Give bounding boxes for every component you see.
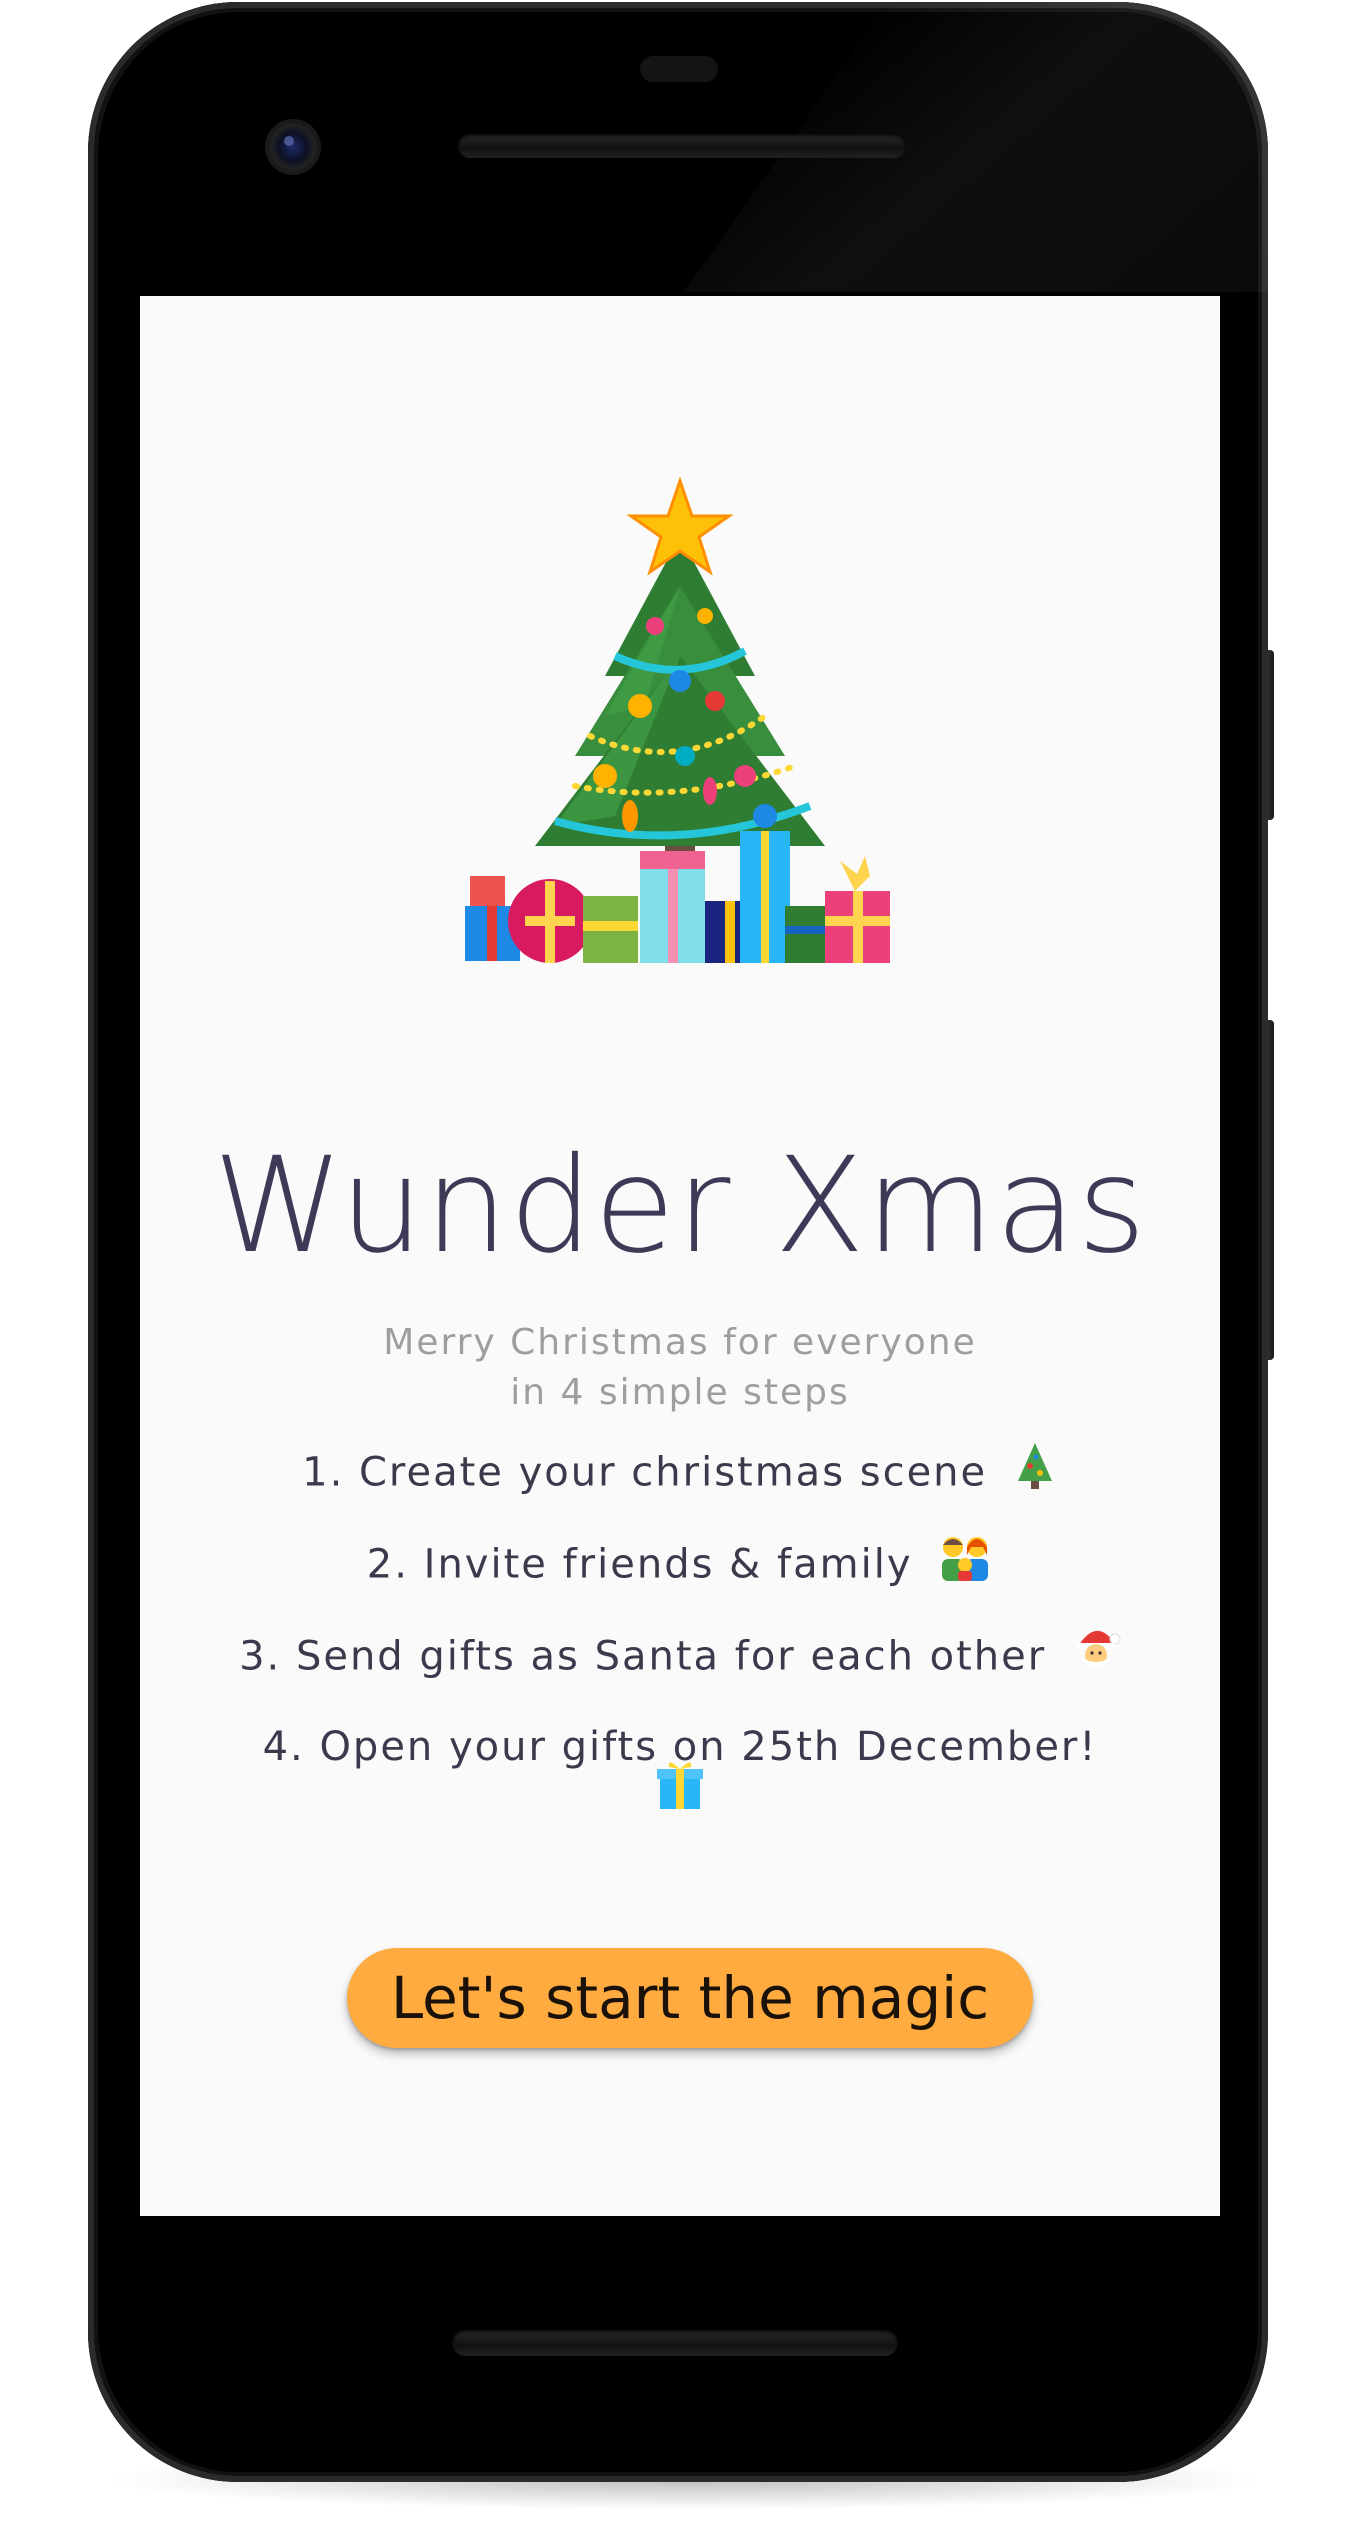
step-1: 1. Create your christmas scene (180, 1441, 1180, 1508)
proximity-sensor (640, 56, 718, 82)
app-title: Wunder Xmas (212, 1129, 1148, 1283)
step-3: 3. Send gifts as Santa for each other (180, 1625, 1180, 1692)
step-2-text: 2. Invite friends & family (366, 1541, 913, 1588)
app-screen: Wunder Xmas Merry Christmas for everyone… (140, 296, 1220, 2216)
christmas-tree-with-gifts-icon (465, 476, 895, 976)
step-4: 4. Open your gifts on 25th December! (180, 1717, 1180, 1828)
start-magic-button[interactable]: Let's start the magic (347, 1948, 1033, 2048)
family-emoji-icon (937, 1533, 993, 1600)
front-camera-icon (268, 122, 318, 172)
device-frame-stage: Wunder Xmas Merry Christmas for everyone… (0, 0, 1370, 2534)
christmas-tree-emoji-icon (1012, 1441, 1058, 1508)
subtitle: Merry Christmas for everyone in 4 simple… (140, 1318, 1220, 1418)
step-2: 2. Invite friends & family (180, 1533, 1180, 1600)
earpiece-speaker (458, 134, 906, 158)
subtitle-line-2: in 4 simple steps (510, 1372, 850, 1413)
bottom-speaker (452, 2330, 898, 2356)
step-3-text: 3. Send gifts as Santa for each other (239, 1633, 1047, 1680)
santa-emoji-icon (1071, 1625, 1121, 1692)
subtitle-line-1: Merry Christmas for everyone (383, 1322, 977, 1363)
step-1-text: 1. Create your christmas scene (302, 1449, 988, 1496)
steps-list: 1. Create your christmas scene 2. Invite… (180, 1441, 1180, 1853)
